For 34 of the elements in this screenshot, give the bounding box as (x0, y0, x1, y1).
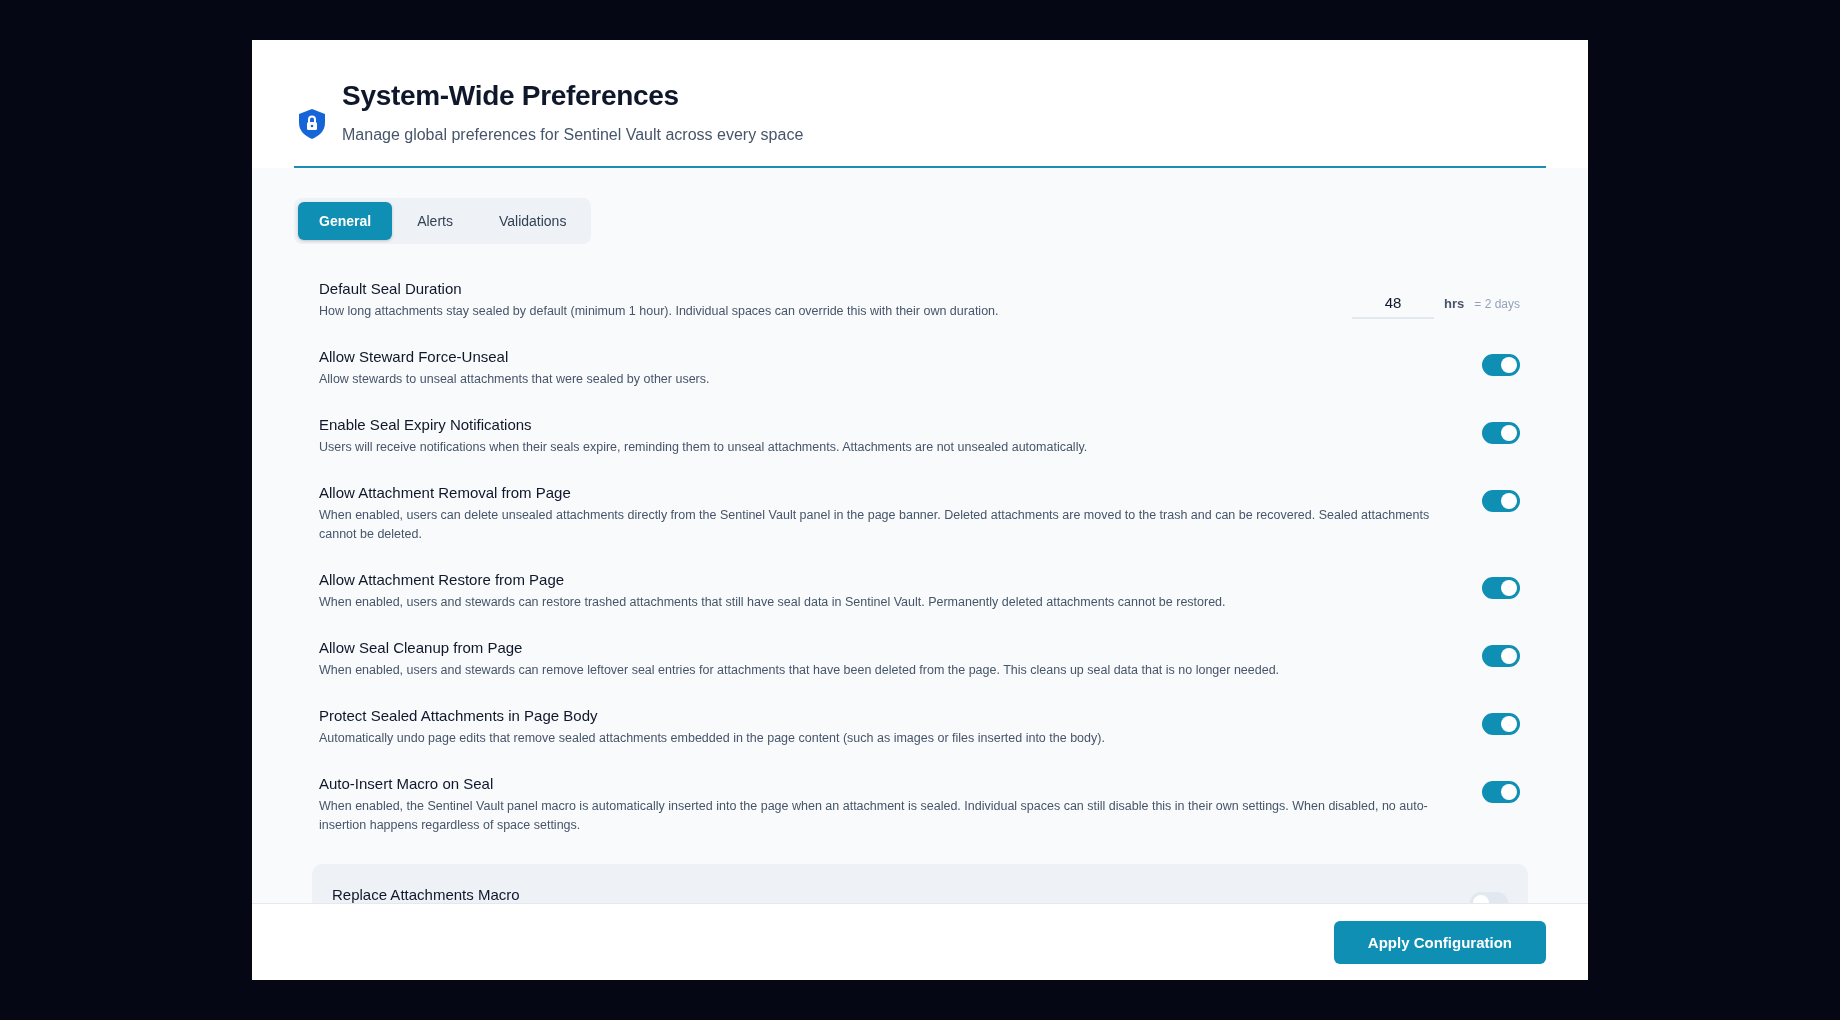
setting-title: Allow Attachment Removal from Page (319, 484, 572, 501)
setting-title: Allow Steward Force-Unseal (319, 348, 510, 365)
toggle-switch[interactable] (1482, 713, 1520, 735)
page-title: System-Wide Preferences (342, 80, 680, 112)
tab[interactable]: Alerts (396, 202, 474, 240)
setting-description: When enabled, users and stewards can restore trashed attachments that still have seal data in Sentinel Vault. Permanently deleted attachments cannot be restored. (319, 594, 1227, 611)
toggle-switch[interactable] (1482, 422, 1520, 444)
setting-description: When enabled, users and stewards can remove leftover seal entries for attachments that have been deleted from the page. This cleans up seal data that is no longer needed. (319, 662, 1281, 679)
tab[interactable]: General (298, 202, 393, 240)
setting-description: How long attachments stay sealed by default (minimum 1 hour). Individual spaces can override this with their own duration. (319, 303, 1000, 320)
setting-title: Allow Attachment Restore from Page (319, 571, 566, 588)
tab[interactable]: Validations (477, 202, 588, 240)
setting-title: Enable Seal Expiry Notifications (319, 416, 533, 433)
setting-description: Automatically undo page edits that remove sealed attachments embedded in the page content (such as images or files inserted into the body). (319, 730, 1106, 747)
setting-title: Default Seal Duration (319, 280, 463, 297)
toggle-switch[interactable] (1482, 577, 1520, 599)
apply-button[interactable]: Apply Configuration (1333, 920, 1546, 964)
setting-title: Auto-Insert Macro on Seal (319, 775, 495, 792)
unit-label: hrs (1444, 296, 1465, 311)
page-subtitle: Manage global preferences for Sentinel Vault across every space (342, 126, 804, 144)
toggle-switch[interactable] (1482, 645, 1520, 667)
setting-title: Replace Attachments Macro (332, 886, 521, 903)
setting-description: Users will receive notifications when their seals expire, reminding them to unseal attachments. Attachments are not unsealed automatically. (319, 439, 1089, 456)
duration-hint: = 2 days (1474, 296, 1520, 311)
setting-description: Allow stewards to unseal attachments that were sealed by other users. (319, 371, 711, 388)
shield-lock-icon (298, 108, 326, 140)
toggle-switch[interactable] (1482, 781, 1520, 803)
setting-title: Allow Seal Cleanup from Page (319, 639, 524, 656)
toggle-switch[interactable] (1482, 354, 1520, 376)
duration-field[interactable]: 48 (1352, 288, 1435, 319)
setting-description: When enabled, the Sentinel Vault panel macro is automatically inserted into the page when an attachment is sealed. Individual spaces can still disable this in their own settings. When disabled, no auto-insertion happens regardless of space settings. (319, 798, 1429, 834)
setting-title: Protect Sealed Attachments in Page Body (319, 707, 599, 724)
setting-description: When enabled, users can delete unsealed attachments directly from the Sentinel Vault panel in the page banner. Deleted attachments are moved to the trash and can be recovered. Sealed attachments cannot be deleted. (319, 507, 1431, 543)
toggle-switch[interactable] (1482, 490, 1520, 512)
